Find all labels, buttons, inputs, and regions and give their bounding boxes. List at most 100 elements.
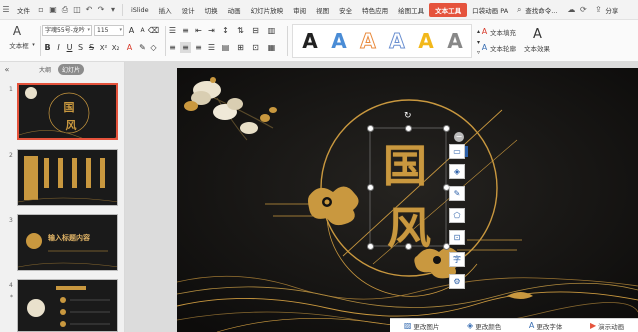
change-color-button[interactable]: ◈ 更改颜色 xyxy=(467,321,501,331)
resize-handle-bc[interactable] xyxy=(405,243,412,250)
change-font-button[interactable]: A 更改字体 xyxy=(529,321,562,331)
current-slide[interactable]: 国 风 ↻ − xyxy=(177,68,638,332)
menu-slideshow[interactable]: 幻灯片放映 xyxy=(246,5,289,15)
shadow-icon[interactable]: S xyxy=(75,42,86,53)
tab-slides[interactable]: 幻灯片 xyxy=(58,63,85,75)
smartart-icon[interactable]: ⊡ xyxy=(250,42,261,53)
bold-icon[interactable]: B xyxy=(42,42,53,53)
superscript-icon[interactable]: X² xyxy=(98,42,109,53)
text-style-2[interactable]: A xyxy=(328,29,350,53)
pen-icon[interactable]: ✎ xyxy=(449,186,465,201)
menu-special[interactable]: 特色应用 xyxy=(357,5,393,15)
menu-view[interactable]: 视图 xyxy=(311,5,334,15)
menu-animation[interactable]: 动画 xyxy=(223,5,246,15)
menu-transition[interactable]: 切换 xyxy=(200,5,223,15)
textbox-button[interactable]: 文本框 xyxy=(4,40,34,50)
resize-handle-ml[interactable] xyxy=(367,184,374,191)
align-center-icon[interactable]: ≡ xyxy=(180,42,191,53)
menu-islide[interactable]: iSlide xyxy=(126,6,154,14)
cloud-icon[interactable]: ☁ xyxy=(566,5,576,15)
collapse-pane-icon[interactable]: « xyxy=(2,64,12,74)
clear-format-icon[interactable]: ⌫ xyxy=(148,25,159,36)
text-style-6[interactable]: A xyxy=(444,29,466,53)
text-effect-icon[interactable]: A xyxy=(532,26,543,42)
shape-icon[interactable]: ⬠ xyxy=(449,208,465,223)
italic-icon[interactable]: I xyxy=(53,42,64,53)
dropdown-icon[interactable]: ▾ xyxy=(108,5,118,15)
menu-pocket-animation[interactable]: 口袋动画 PA xyxy=(467,5,513,15)
distribute-icon[interactable]: ▤ xyxy=(220,42,231,53)
menu-file[interactable]: 文件 xyxy=(12,5,35,15)
text-style-5[interactable]: A xyxy=(415,29,437,53)
text-effect-button[interactable]: 文本效果 xyxy=(524,42,550,53)
tab-outline[interactable]: 大纲 xyxy=(35,64,55,75)
numbered-list-icon[interactable]: ≡ xyxy=(180,25,191,36)
collapse-toolbar-icon[interactable]: − xyxy=(454,132,464,142)
change-picture-button[interactable]: ▨ 更改图片 xyxy=(404,321,440,331)
menu-design[interactable]: 设计 xyxy=(177,5,200,15)
vertical-align-icon[interactable]: ⊞ xyxy=(235,42,246,53)
subscript-icon[interactable]: X₂ xyxy=(110,42,121,53)
highlight-icon[interactable]: ✎ xyxy=(137,42,148,53)
layers-icon[interactable]: ◈ xyxy=(449,164,465,179)
indent-increase-icon[interactable]: ⇥ xyxy=(206,25,217,36)
text-direction-icon[interactable]: ⇅ xyxy=(235,25,246,36)
preview-icon[interactable]: ◫ xyxy=(72,5,82,15)
resize-handle-bl[interactable] xyxy=(367,243,374,250)
align-left-icon[interactable]: ≡ xyxy=(167,42,178,53)
font-size-select[interactable]: 115 ▾ xyxy=(94,25,124,36)
text-icon[interactable]: 字 xyxy=(449,252,465,267)
redo-icon[interactable]: ↷ xyxy=(96,5,106,15)
play-animation-button[interactable]: ▶ 演示动画 xyxy=(590,321,624,331)
text-fill-icon[interactable]: A xyxy=(479,26,490,37)
slide-thumbnail-3[interactable]: 输入标题内容 xyxy=(17,214,118,271)
indent-decrease-icon[interactable]: ⇤ xyxy=(193,25,204,36)
resize-handle-tl[interactable] xyxy=(367,125,374,132)
menu-icon[interactable]: ☰ xyxy=(1,5,11,15)
menu-review[interactable]: 审阅 xyxy=(288,5,311,15)
text-fill-button[interactable]: 文本填充 xyxy=(490,26,516,37)
print-icon[interactable]: ⎙ xyxy=(60,5,70,15)
textbox-icon[interactable]: A xyxy=(10,23,24,39)
more-icon[interactable]: ⚙ xyxy=(449,274,465,289)
font-family-select[interactable]: 字魂55号-龙吟 ▾ xyxy=(42,25,92,36)
decrease-font-icon[interactable]: A xyxy=(137,25,148,36)
textbox-dropdown-icon[interactable]: ▾ xyxy=(31,40,36,50)
menu-insert[interactable]: 插入 xyxy=(154,5,177,15)
layout-icon[interactable]: ▭ xyxy=(449,144,465,159)
strikethrough-icon[interactable]: S xyxy=(86,42,97,53)
file-icon[interactable]: ▫ xyxy=(36,5,46,15)
crop-icon[interactable]: ⊡ xyxy=(449,230,465,245)
text-outline-icon[interactable]: A xyxy=(479,42,490,53)
align-text-icon[interactable]: ⊟ xyxy=(250,25,261,36)
undo-icon[interactable]: ↶ xyxy=(84,5,94,15)
resize-handle-tc[interactable] xyxy=(405,125,412,132)
font-color-icon[interactable]: A xyxy=(124,42,135,53)
text-style-3[interactable]: A xyxy=(357,29,379,54)
text-box-options-icon[interactable]: ▦ xyxy=(266,42,277,53)
save-icon[interactable]: ▣ xyxy=(48,5,58,15)
search-icon[interactable]: ⌕ xyxy=(514,5,524,15)
menu-drawing-tools[interactable]: 绘图工具 xyxy=(393,5,429,15)
text-outline-button[interactable]: 文本轮廓 xyxy=(490,42,516,53)
menu-security[interactable]: 安全 xyxy=(334,5,357,15)
slide-thumbnail-2[interactable] xyxy=(17,149,118,206)
resize-handle-tr[interactable] xyxy=(443,125,450,132)
share-button[interactable]: 分享 xyxy=(604,5,623,15)
rotate-handle-icon[interactable]: ↻ xyxy=(404,112,413,121)
align-right-icon[interactable]: ≡ xyxy=(193,42,204,53)
bullet-list-icon[interactable]: ☰ xyxy=(167,25,178,36)
menu-text-tools[interactable]: 文本工具 xyxy=(429,2,468,17)
line-spacing-icon[interactable]: ↕ xyxy=(220,25,231,36)
underline-icon[interactable]: U xyxy=(64,42,75,53)
justify-icon[interactable]: ☰ xyxy=(206,42,217,53)
text-style-1[interactable]: A xyxy=(299,29,321,53)
text-style-4[interactable]: A xyxy=(386,29,408,54)
search-command[interactable]: 查找命令... xyxy=(525,5,562,15)
slide-title-char-1[interactable]: 国 xyxy=(383,130,427,194)
share-icon[interactable]: ⇪ xyxy=(593,5,603,15)
columns-icon[interactable]: ▥ xyxy=(266,25,277,36)
sync-icon[interactable]: ⟳ xyxy=(578,5,588,15)
increase-font-icon[interactable]: A xyxy=(126,25,137,36)
eraser-icon[interactable]: ◇ xyxy=(148,42,159,53)
